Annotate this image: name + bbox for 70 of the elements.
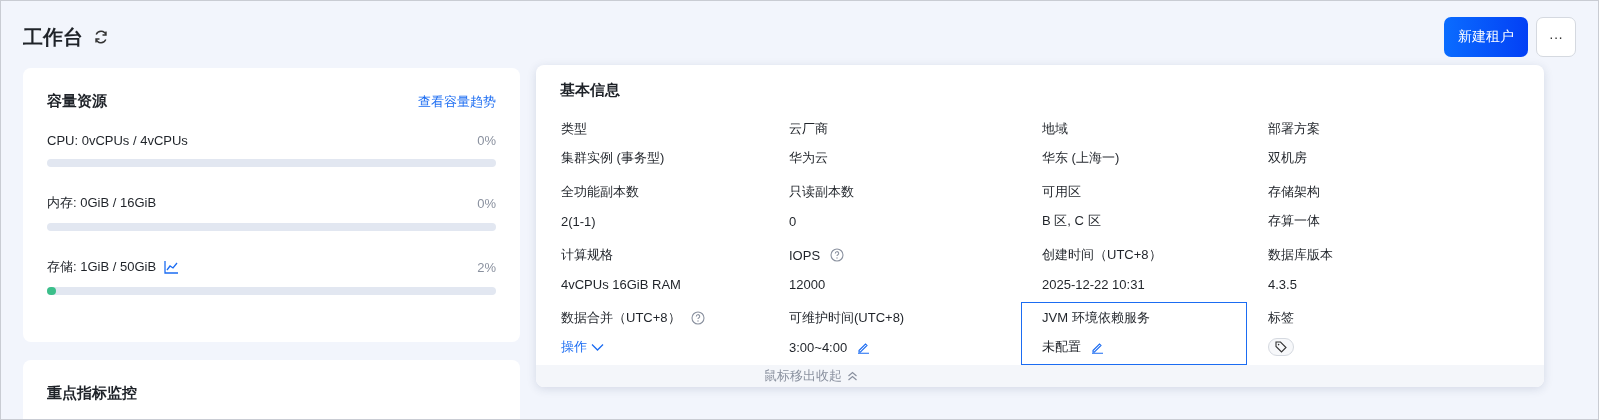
chevron-down-icon <box>591 342 604 352</box>
field-label: 创建时间（UTC+8） <box>1042 246 1162 264</box>
tag-button[interactable] <box>1268 338 1294 356</box>
double-chevron-up-icon <box>847 371 858 381</box>
field-label: 数据库版本 <box>1268 246 1333 264</box>
field-label: 类型 <box>561 120 587 138</box>
card-title: 容量资源 <box>47 92 107 111</box>
resource-label: CPU: 0vCPUs / 4vCPUs <box>47 133 188 148</box>
info-field[interactable]: 地域 华东 (上海一) <box>1021 113 1247 176</box>
info-field[interactable]: 计算规格 4vCPUs 16GiB RAM <box>540 239 768 302</box>
usage-percent: 0% <box>477 195 496 211</box>
tag-icon <box>1275 341 1287 353</box>
info-field[interactable]: 可用区 B 区, C 区 <box>1021 176 1247 239</box>
usage-percent: 0% <box>477 133 496 148</box>
field-value: 3:00~4:00 <box>789 339 848 355</box>
field-value: 0 <box>789 213 797 229</box>
info-field[interactable]: IOPS 12000 <box>768 239 1021 302</box>
field-label: IOPS <box>789 247 821 263</box>
field-label: 只读副本数 <box>789 183 854 201</box>
info-field[interactable]: JVM 环境依赖服务 未配置 <box>1021 302 1247 365</box>
field-label: 可维护时间(UTC+8) <box>789 309 905 327</box>
info-field[interactable]: 类型 集群实例 (事务型) <box>540 113 768 176</box>
field-value: 4.3.5 <box>1268 276 1297 292</box>
action-dropdown[interactable]: 操作 <box>561 338 604 356</box>
field-value: 未配置 <box>1042 338 1081 356</box>
info-field[interactable]: 只读副本数 0 <box>768 176 1021 239</box>
field-label: 全功能副本数 <box>561 183 639 201</box>
capacity-trend-link[interactable]: 查看容量趋势 <box>418 92 496 111</box>
info-field[interactable]: 全功能副本数 2(1-1) <box>540 176 768 239</box>
info-field[interactable]: 创建时间（UTC+8） 2025-12-22 10:31 <box>1021 239 1247 302</box>
field-value: 华东 (上海一) <box>1042 149 1120 167</box>
field-value: 2025-12-22 10:31 <box>1042 276 1145 292</box>
field-label: 数据合并（UTC+8） <box>561 309 681 327</box>
resource-label: 存储: 1GiB / 50GiB <box>47 258 157 276</box>
more-button[interactable]: ··· <box>1536 17 1576 57</box>
field-label: 标签 <box>1268 309 1294 327</box>
field-label: JVM 环境依赖服务 <box>1042 309 1150 327</box>
info-field[interactable]: 标签 <box>1247 302 1544 365</box>
page-title: 工作台 <box>23 24 83 50</box>
card-title: 重点指标监控 <box>47 384 137 401</box>
info-field[interactable]: 云厂商 华为云 <box>768 113 1021 176</box>
refresh-icon[interactable] <box>93 29 109 45</box>
field-label: 地域 <box>1042 120 1068 138</box>
info-field[interactable]: 数据库版本 4.3.5 <box>1247 239 1544 302</box>
field-value: 2(1-1) <box>561 213 596 229</box>
edit-icon[interactable] <box>1091 340 1104 354</box>
field-label: 云厂商 <box>789 120 828 138</box>
info-field[interactable]: 数据合并（UTC+8） 操作 <box>540 302 768 365</box>
field-value: 4vCPUs 16GiB RAM <box>561 276 681 292</box>
line-chart-icon[interactable] <box>164 260 179 274</box>
field-value: B 区, C 区 <box>1042 212 1101 230</box>
field-label: 存储架构 <box>1268 183 1320 201</box>
field-value: 华为云 <box>789 149 828 167</box>
edit-icon[interactable] <box>857 340 871 354</box>
field-label: 可用区 <box>1042 183 1081 201</box>
field-value: 双机房 <box>1268 149 1307 167</box>
field-label: 部署方案 <box>1268 120 1320 138</box>
info-field[interactable]: 存储架构 存算一体 <box>1247 176 1544 239</box>
info-field[interactable]: 部署方案 双机房 <box>1247 113 1544 176</box>
help-icon[interactable] <box>830 248 845 262</box>
usage-percent: 2% <box>477 259 496 275</box>
help-icon[interactable] <box>690 311 705 325</box>
new-tenant-button[interactable]: 新建租户 <box>1444 17 1528 57</box>
resource-label: 内存: 0GiB / 16GiB <box>47 194 157 212</box>
field-label: 计算规格 <box>561 246 613 264</box>
field-value: 集群实例 (事务型) <box>561 149 665 167</box>
field-value: 12000 <box>789 276 826 292</box>
info-field[interactable]: 可维护时间(UTC+8) 3:00~4:00 <box>768 302 1021 365</box>
field-value: 存算一体 <box>1268 212 1320 230</box>
panel-title: 基本信息 <box>560 81 620 98</box>
